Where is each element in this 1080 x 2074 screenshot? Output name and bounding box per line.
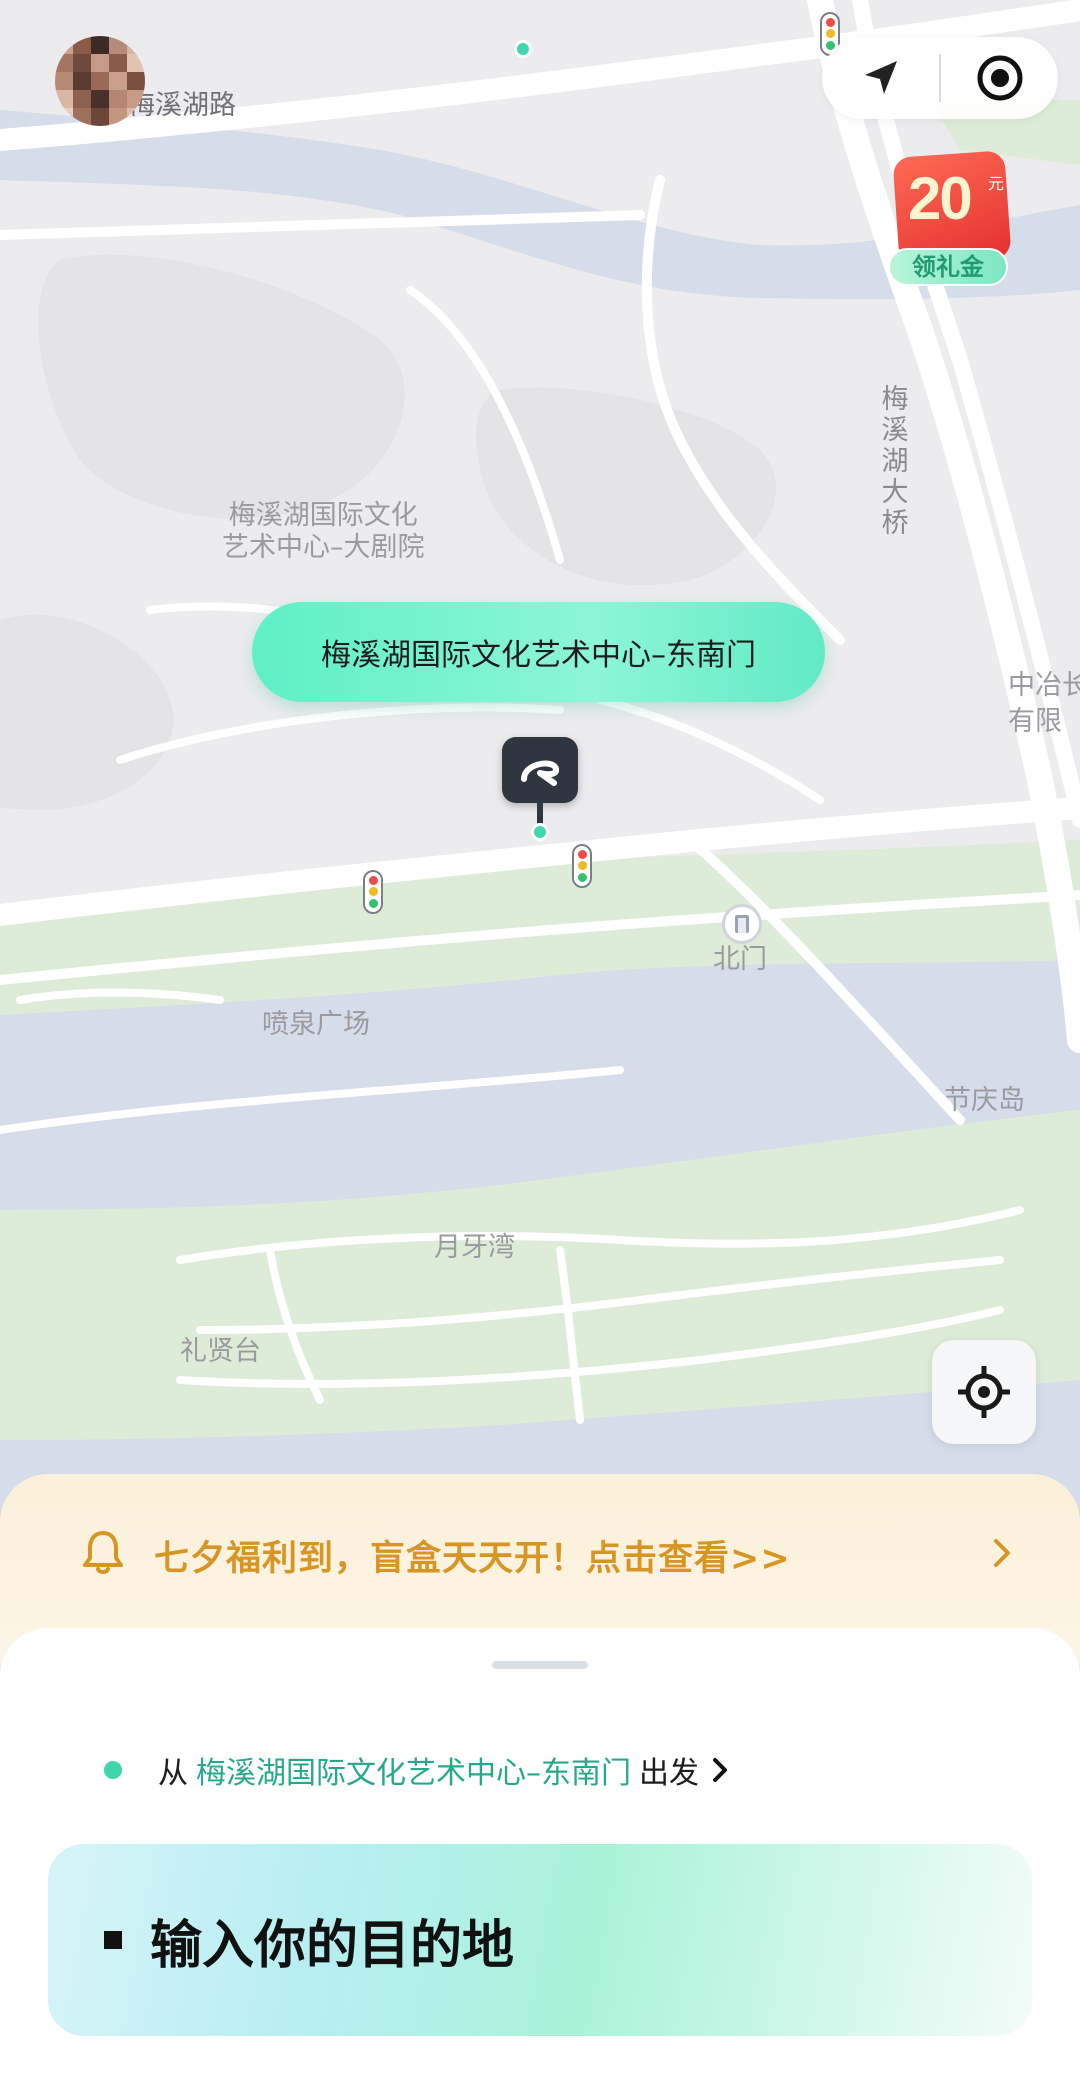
pin-dot — [531, 823, 549, 841]
door-icon — [735, 915, 749, 933]
map-label-theater-line2: 艺术中心–大剧院 — [222, 532, 425, 563]
map-top-controls — [822, 37, 1058, 119]
destination-placeholder: 输入你的目的地 — [150, 1915, 515, 1976]
pickup-location-bubble[interactable]: 梅溪湖国际文化艺术中心–东南门 — [252, 602, 825, 702]
gift-money-badge[interactable]: 20 元 领礼金 — [888, 150, 1016, 290]
navigate-button[interactable] — [822, 37, 939, 119]
pin-head — [502, 737, 578, 803]
crosshair-icon — [958, 1366, 1010, 1418]
bell-icon — [83, 1531, 123, 1574]
map-label-road: 梅溪湖路 — [128, 90, 236, 121]
map-label-bridge: 梅溪湖大桥 — [878, 384, 912, 539]
map-label-crescent-bay: 月牙湾 — [434, 1232, 515, 1263]
map-label-north-gate: 北门 — [713, 944, 767, 975]
brand-logo-icon — [521, 760, 560, 786]
map-label-theater-line1: 梅溪湖国际文化 — [228, 500, 418, 531]
map-poi-dot — [514, 40, 532, 58]
destination-square-icon — [104, 1931, 122, 1949]
origin-dot — [104, 1761, 122, 1779]
map-label-metallurgy-line1: 中冶长 — [1008, 670, 1080, 701]
map-label-festival-island: 节庆岛 — [944, 1085, 1025, 1116]
promo-text[interactable]: 七夕福利到，盲盒天天开！点击查看>> — [154, 1530, 791, 1581]
map-label-bridge-text: 梅溪湖大桥 — [881, 384, 909, 539]
origin-prefix: 从 — [158, 1756, 188, 1791]
map-label-ceremony-terrace: 礼贤台 — [180, 1336, 261, 1367]
traffic-light-icon — [572, 844, 592, 888]
origin-suffix: 出发 — [639, 1756, 699, 1791]
gift-claim-label: 领礼金 — [888, 248, 1008, 286]
record-button[interactable] — [941, 37, 1058, 119]
gift-unit: 元 — [988, 174, 1005, 193]
gift-amount: 20 — [908, 165, 973, 232]
origin-place[interactable]: 梅溪湖国际文化艺术中心–东南门 — [196, 1748, 631, 1792]
chevron-right-icon — [713, 1758, 727, 1782]
destination-input[interactable]: 输入你的目的地 — [48, 1844, 1032, 2036]
traffic-light-icon — [363, 870, 383, 914]
map-label-metallurgy-line2: 有限 — [1008, 706, 1062, 737]
gate-marker-icon[interactable] — [722, 904, 762, 944]
navigation-arrow-icon — [864, 61, 897, 94]
map-label-metallurgy: 中冶长 有限 — [1008, 668, 1080, 740]
chevron-right-icon[interactable] — [988, 1533, 1016, 1573]
pickup-pin[interactable] — [500, 737, 580, 845]
target-record-icon — [977, 55, 1022, 101]
pickup-location-label: 梅溪湖国际文化艺术中心–东南门 — [321, 638, 756, 673]
map-label-fountain-square: 喷泉广场 — [262, 1009, 370, 1040]
sheet-drag-handle[interactable] — [492, 1661, 588, 1669]
locate-me-button[interactable] — [932, 1340, 1036, 1444]
origin-row[interactable]: 从 梅溪湖国际文化艺术中心–东南门 出发 — [104, 1742, 731, 1798]
map-label-theater: 梅溪湖国际文化 艺术中心–大剧院 — [222, 500, 425, 564]
avatar[interactable] — [55, 36, 145, 126]
